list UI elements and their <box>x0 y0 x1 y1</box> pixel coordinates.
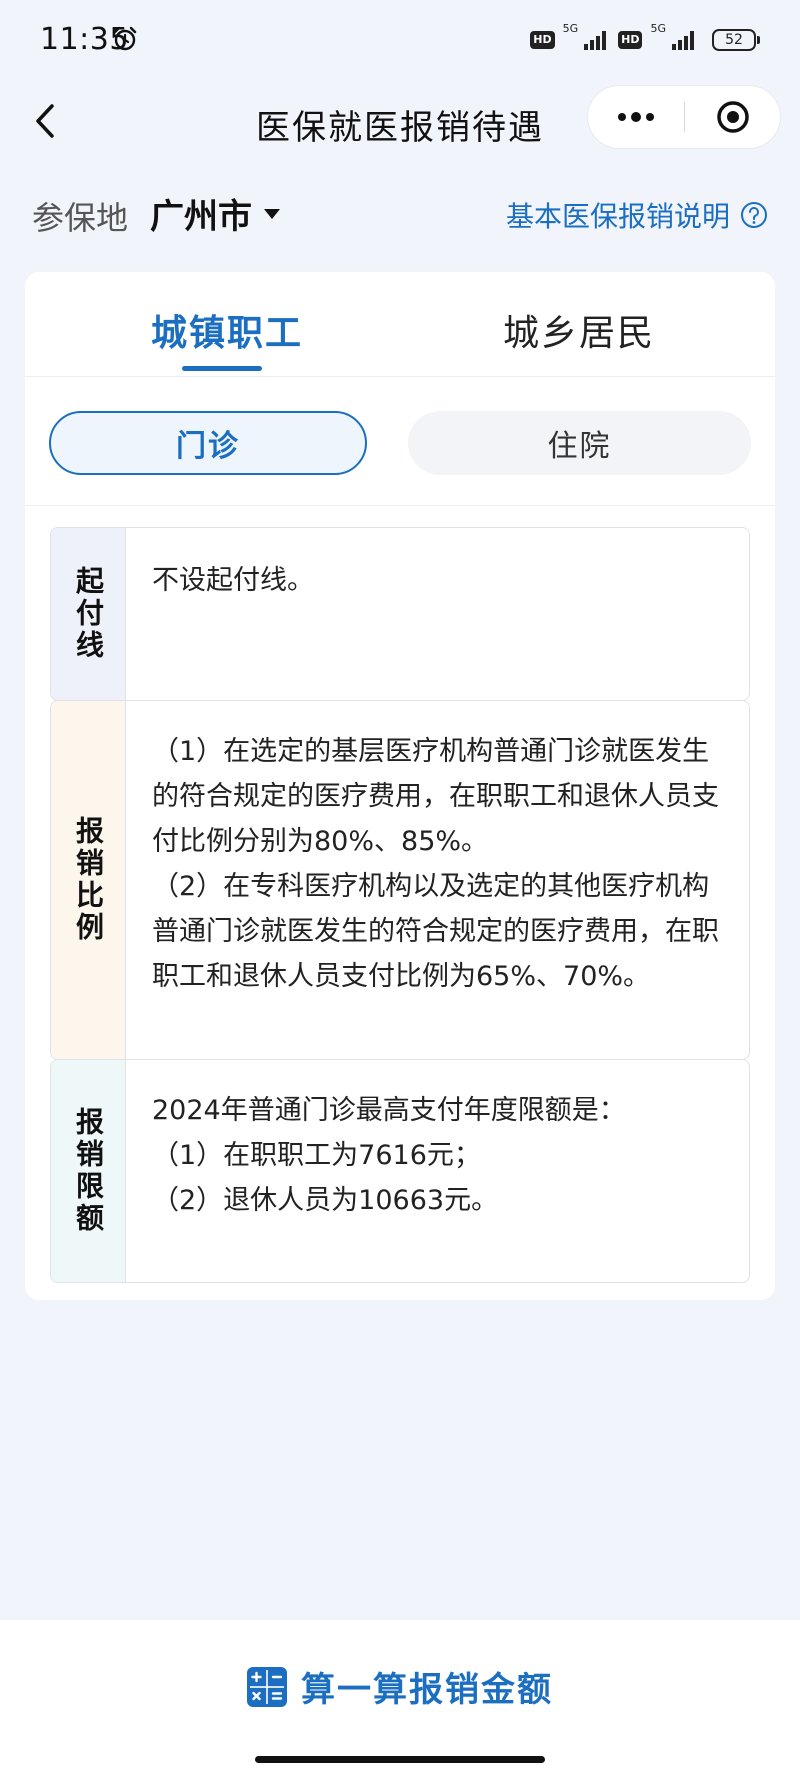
status-bar: 11:35 HD 5G HD 5G 52 <box>0 0 800 80</box>
calculator-icon <box>247 1666 287 1707</box>
active-tab-indicator <box>182 366 262 371</box>
signal-icon <box>672 31 694 50</box>
home-indicator[interactable] <box>255 1756 545 1763</box>
more-dots-icon <box>618 112 654 122</box>
sim1-network-label: 5G <box>562 22 579 35</box>
row-label-cell: 报销限额 <box>51 1060 126 1282</box>
insurance-type-tabs: 城镇职工 城乡居民 <box>25 272 775 377</box>
battery-indicator: 52 <box>712 29 760 51</box>
close-mini-program-button[interactable] <box>685 86 780 148</box>
location-row: 参保地 广州市 基本医保报销说明 <box>32 185 768 241</box>
row-label-reimbursement-ratio: 报销比例 <box>72 816 105 944</box>
city-name: 广州市 <box>150 197 252 237</box>
row-content-reimbursement-ratio: （1）在选定的基层医疗机构普通门诊就医发生的符合规定的医疗费用，在职职工和退休人… <box>126 701 749 1059</box>
row-label-cell: 起付线 <box>51 528 126 700</box>
sim2-network-label: 5G <box>650 22 666 35</box>
row-content-reimbursement-limit: 2024年普通门诊最高支付年度限额是： （1）在职职工为7616元； （2）退休… <box>126 1060 749 1282</box>
help-link-text: 基本医保报销说明 <box>505 200 730 233</box>
segment-outpatient[interactable]: 门诊 <box>49 411 367 475</box>
row-content-deductible: 不设起付线。 <box>126 528 749 700</box>
more-button[interactable] <box>588 86 684 148</box>
question-circle-icon <box>741 202 767 228</box>
sim1-hd-badge: HD <box>530 31 555 49</box>
row-label-deductible: 起付线 <box>72 566 105 662</box>
city-selector[interactable]: 广州市 <box>150 189 282 238</box>
reimbursement-help-link[interactable]: 基本医保报销说明 <box>506 195 768 235</box>
limit-paragraph-1: 2024年普通门诊最高支付年度限额是： <box>152 1095 626 1126</box>
row-label-reimbursement-limit: 报销限额 <box>72 1107 105 1235</box>
deductible-text: 不设起付线。 <box>152 565 314 596</box>
signal-icon <box>584 31 607 50</box>
target-close-icon <box>716 101 749 133</box>
row-label-cell: 报销比例 <box>51 701 126 1059</box>
ratio-paragraph-1: （1）在选定的基层医疗机构普通门诊就医发生的符合规定的医疗费用，在职职工和退休人… <box>152 736 719 857</box>
table-row-reimbursement-limit: 报销限额 2024年普通门诊最高支付年度限额是： （1）在职职工为7616元； … <box>50 1059 750 1283</box>
visit-type-segments: 门诊 住院 <box>25 377 775 506</box>
status-indicators: HD 5G HD 5G 52 <box>530 22 760 58</box>
mini-program-capsule <box>588 86 780 148</box>
limit-paragraph-3: （2）退休人员为10663元。 <box>152 1185 499 1216</box>
table-row-reimbursement-ratio: 报销比例 （1）在选定的基层医疗机构普通门诊就医发生的符合规定的医疗费用，在职职… <box>50 700 750 1060</box>
calculate-button-label: 算一算报销金额 <box>301 1670 553 1710</box>
alarm-icon <box>113 26 137 51</box>
nav-bar: 医保就医报销待遇 <box>0 80 800 166</box>
benefits-table: 起付线 不设起付线。 报销比例 （1）在选定的基层医疗机构普通门诊就医发生的符合… <box>50 527 750 1283</box>
limit-paragraph-2: （1）在职职工为7616元； <box>152 1140 481 1171</box>
sim2-hd-badge: HD <box>618 31 643 49</box>
tab-urban-employee[interactable]: 城镇职工 <box>151 304 303 356</box>
segment-inpatient[interactable]: 住院 <box>408 411 751 475</box>
bottom-action-bar: 算一算报销金额 <box>0 1620 800 1778</box>
ratio-paragraph-2: （2）在专科医疗机构以及选定的其他医疗机构普通门诊就医发生的符合规定的医疗费用，… <box>152 871 719 992</box>
insured-location-label: 参保地 <box>32 199 129 237</box>
benefits-card: 城镇职工 城乡居民 门诊 住院 起付线 不设起付线。 报销比例 （1）在选定的基… <box>25 272 775 1300</box>
calculate-reimbursement-button[interactable]: 算一算报销金额 <box>0 1662 800 1711</box>
caret-down-icon <box>264 208 280 219</box>
table-row-deductible: 起付线 不设起付线。 <box>50 527 750 701</box>
tab-urban-rural-resident[interactable]: 城乡居民 <box>503 304 655 356</box>
